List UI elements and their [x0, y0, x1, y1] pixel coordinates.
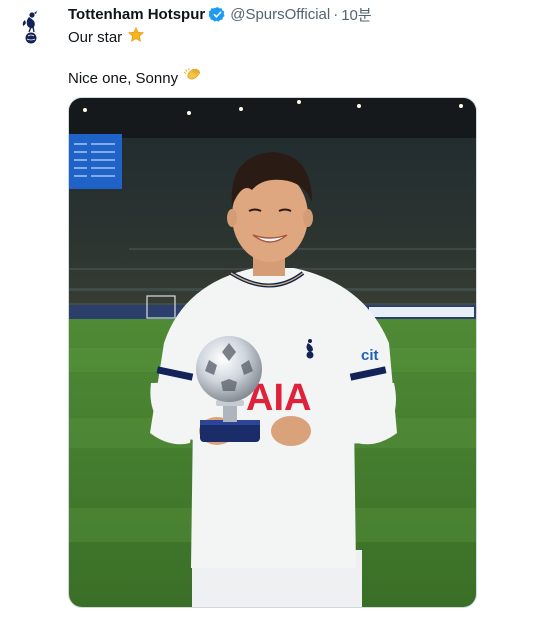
tweet-text-our-star: Our star	[68, 28, 123, 46]
tweet-photo[interactable]: AIA cit	[68, 97, 477, 608]
author-name[interactable]: Tottenham Hotspur	[68, 6, 205, 23]
author-handle[interactable]: @SpursOfficial	[230, 6, 330, 23]
tweet[interactable]: Tottenham Hotspur @SpursOfficial · 10분 O…	[0, 0, 557, 619]
tweet-header: Tottenham Hotspur @SpursOfficial · 10분	[68, 4, 372, 24]
stadium-scoreboard	[69, 134, 122, 189]
tweet-text-line-2: Nice one, Sonny	[68, 66, 203, 90]
clapping-hands-emoji-icon	[183, 66, 203, 90]
svg-text:cit: cit	[361, 347, 379, 364]
star-emoji-icon	[127, 26, 145, 48]
tweet-text-nice-one: Nice one, Sonny	[68, 69, 179, 87]
verified-badge-icon	[208, 6, 226, 23]
tweet-text-line-1: Our star	[68, 26, 145, 48]
timestamp[interactable]: 10분	[341, 4, 372, 25]
spurs-crest-avatar[interactable]	[16, 8, 46, 48]
player-of-the-match-trophy	[196, 336, 262, 442]
separator-dot: ·	[333, 5, 339, 23]
